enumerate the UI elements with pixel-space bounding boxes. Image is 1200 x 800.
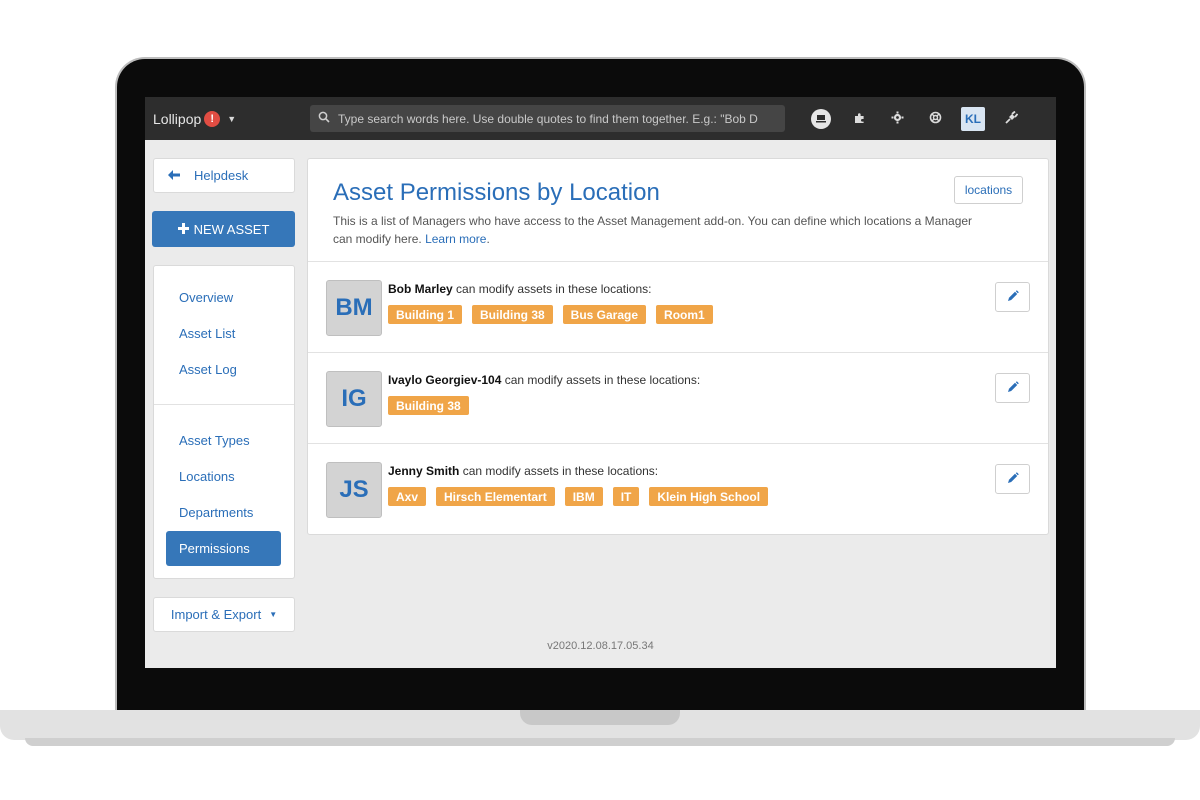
puzzle-icon[interactable] [840, 111, 878, 127]
sidebar-divider [154, 404, 294, 405]
avatar: JS [326, 462, 382, 518]
statement-suffix: can modify assets in these locations: [504, 373, 701, 387]
edit-permissions-button[interactable] [995, 282, 1030, 312]
laptop-notch [520, 710, 680, 725]
page-title: Asset Permissions by Location [333, 179, 660, 206]
learn-more-link[interactable]: Learn more [425, 232, 486, 246]
pencil-icon [1007, 289, 1019, 305]
location-tag: Room1 [656, 305, 713, 324]
panel-header: Asset Permissions by Location This is a … [308, 159, 1048, 262]
brand-name: Lollipop [153, 110, 202, 127]
arrow-left-icon [168, 168, 180, 183]
plug-icon[interactable] [992, 110, 1030, 127]
statement-suffix: can modify assets in these locations: [456, 282, 652, 296]
pencil-icon [1007, 471, 1019, 487]
new-asset-button[interactable]: NEW ASSET [152, 211, 295, 247]
version-label: v2020.12.08.17.05.34 [547, 640, 654, 652]
avatar: IG [326, 371, 382, 427]
back-label: Helpdesk [194, 168, 249, 183]
sidebar-item-overview[interactable]: Overview [179, 290, 233, 305]
location-tags: Building 38 [388, 396, 479, 415]
avatar: BM [326, 280, 382, 336]
permissions-panel: Asset Permissions by Location This is a … [307, 158, 1049, 535]
top-navbar: Lollipop ! ▼ KL [145, 97, 1056, 140]
edit-permissions-button[interactable] [995, 464, 1030, 494]
computer-icon[interactable] [802, 108, 840, 129]
manager-statement: Ivaylo Georgiev-104 can modify assets in… [388, 373, 700, 387]
list-item: BM Bob Marley can modify assets in these… [308, 262, 1048, 353]
location-tag: IT [612, 487, 640, 506]
search-bar [310, 105, 785, 132]
location-tag: Hirsch Elementart [436, 487, 555, 506]
location-tag: Building 1 [388, 305, 462, 324]
location-tag: Klein High School [649, 487, 769, 506]
manager-statement: Jenny Smith can modify assets in these l… [388, 464, 658, 478]
location-tag: Axv [388, 487, 427, 506]
description-period: . [486, 232, 490, 246]
list-item: JS Jenny Smith can modify assets in thes… [308, 444, 1048, 535]
back-to-helpdesk-button[interactable]: Helpdesk [153, 158, 295, 193]
search-icon [310, 111, 338, 126]
gear-icon[interactable] [878, 111, 916, 127]
sidebar-nav: Overview Asset List Asset Log Asset Type… [153, 265, 295, 579]
search-input[interactable] [338, 111, 778, 126]
app-screen: Lollipop ! ▼ KL [145, 97, 1056, 668]
statement-suffix: can modify assets in these locations: [462, 464, 659, 478]
locations-button[interactable]: locations [954, 176, 1023, 204]
user-avatar[interactable]: KL [954, 106, 992, 131]
brand-menu[interactable]: Lollipop ! ▼ [153, 110, 310, 127]
import-export-label: Import & Export [170, 607, 262, 622]
topbar-icons: KL [802, 105, 1030, 132]
caret-down-icon: ▼ [269, 610, 278, 619]
location-tag: IBM [564, 487, 603, 506]
manager-name: Ivaylo Georgiev-104 [388, 373, 502, 387]
sidebar-item-permissions[interactable]: Permissions [166, 531, 281, 566]
caret-down-icon: ▼ [227, 113, 237, 124]
location-tag: Building 38 [472, 305, 553, 324]
sidebar-item-asset-types[interactable]: Asset Types [179, 433, 250, 448]
location-tag: Building 38 [388, 396, 469, 415]
edit-permissions-button[interactable] [995, 373, 1030, 403]
laptop-base-shadow [25, 738, 1175, 746]
manager-statement: Bob Marley can modify assets in these lo… [388, 282, 651, 296]
list-item: IG Ivaylo Georgiev-104 can modify assets… [308, 353, 1048, 444]
sidebar-item-locations[interactable]: Locations [179, 469, 235, 484]
alert-badge-icon: ! [204, 110, 221, 127]
location-tag: Bus Garage [562, 305, 647, 324]
page-description: This is a list of Managers who have acce… [333, 212, 983, 248]
lifebuoy-icon[interactable] [916, 111, 954, 127]
manager-name: Bob Marley [388, 282, 453, 296]
import-export-dropdown[interactable]: Import & Export ▼ [153, 597, 295, 632]
plus-icon [177, 221, 189, 238]
location-tags: Axv Hirsch Elementart IBM IT Klein High … [388, 487, 778, 506]
sidebar-item-departments[interactable]: Departments [179, 505, 253, 520]
new-asset-label: NEW ASSET [193, 221, 270, 237]
manager-name: Jenny Smith [388, 464, 460, 478]
location-tags: Building 1 Building 38 Bus Garage Room1 [388, 305, 723, 324]
sidebar-item-asset-log[interactable]: Asset Log [179, 362, 237, 377]
sidebar-item-asset-list[interactable]: Asset List [179, 326, 235, 341]
pencil-icon [1007, 380, 1019, 396]
